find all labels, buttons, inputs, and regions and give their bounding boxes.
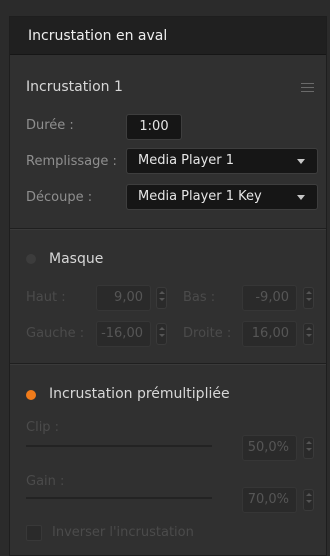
invert-key-checkbox[interactable] (26, 525, 42, 541)
gain-input[interactable]: 70,0% (242, 487, 297, 513)
mask-bottom-input[interactable]: -9,00 (242, 285, 297, 311)
premultiplied-label[interactable]: Incrustation prémultipliée (49, 386, 230, 402)
premultiplied-toggle-dot[interactable] (26, 390, 36, 400)
clip-stepper[interactable] (303, 437, 314, 459)
mask-left-stepper[interactable] (156, 323, 167, 345)
gain-stepper[interactable] (303, 489, 314, 511)
fill-source-value: Media Player 1 (138, 153, 235, 168)
mask-bottom-label: Bas : (183, 290, 216, 305)
mask-left-label: Gauche : (26, 326, 85, 341)
chevron-down-icon (297, 195, 305, 200)
panel-header[interactable]: Incrustation en aval (10, 17, 326, 55)
invert-key-label[interactable]: Inverser l'incrustation (52, 525, 194, 540)
gain-slider[interactable] (26, 497, 212, 499)
fill-source-dropdown[interactable]: Media Player 1 (126, 148, 318, 174)
section-title: Incrustation 1 (26, 79, 123, 95)
mask-top-label: Haut : (26, 290, 66, 305)
mask-left-input[interactable]: -16,00 (96, 321, 151, 347)
divider (10, 229, 326, 230)
key-source-value: Media Player 1 Key (138, 189, 262, 204)
gain-label: Gain : (26, 474, 65, 489)
mask-right-label: Droite : (183, 326, 232, 341)
clip-slider[interactable] (26, 445, 212, 447)
mask-top-stepper[interactable] (156, 287, 167, 309)
mask-right-input[interactable]: 16,00 (242, 321, 297, 347)
mask-top-input[interactable]: 9,00 (96, 285, 151, 311)
mask-toggle-dot[interactable] (26, 254, 36, 264)
chevron-down-icon (297, 159, 305, 164)
key-label: Découpe : (26, 190, 93, 205)
duration-field[interactable]: 1:00 (126, 114, 182, 140)
mask-right-stepper[interactable] (303, 323, 314, 345)
clip-input[interactable]: 50,0% (242, 435, 297, 461)
duration-label: Durée : (26, 118, 74, 133)
key-source-dropdown[interactable]: Media Player 1 Key (126, 184, 318, 210)
downstream-key-panel: Incrustation en aval Incrustation 1 Duré… (9, 16, 327, 556)
mask-bottom-stepper[interactable] (303, 287, 314, 309)
mask-label[interactable]: Masque (49, 251, 103, 267)
hamburger-icon[interactable] (301, 83, 314, 93)
divider (10, 364, 326, 365)
clip-label: Clip : (26, 420, 60, 435)
fill-label: Remplissage : (26, 154, 117, 169)
